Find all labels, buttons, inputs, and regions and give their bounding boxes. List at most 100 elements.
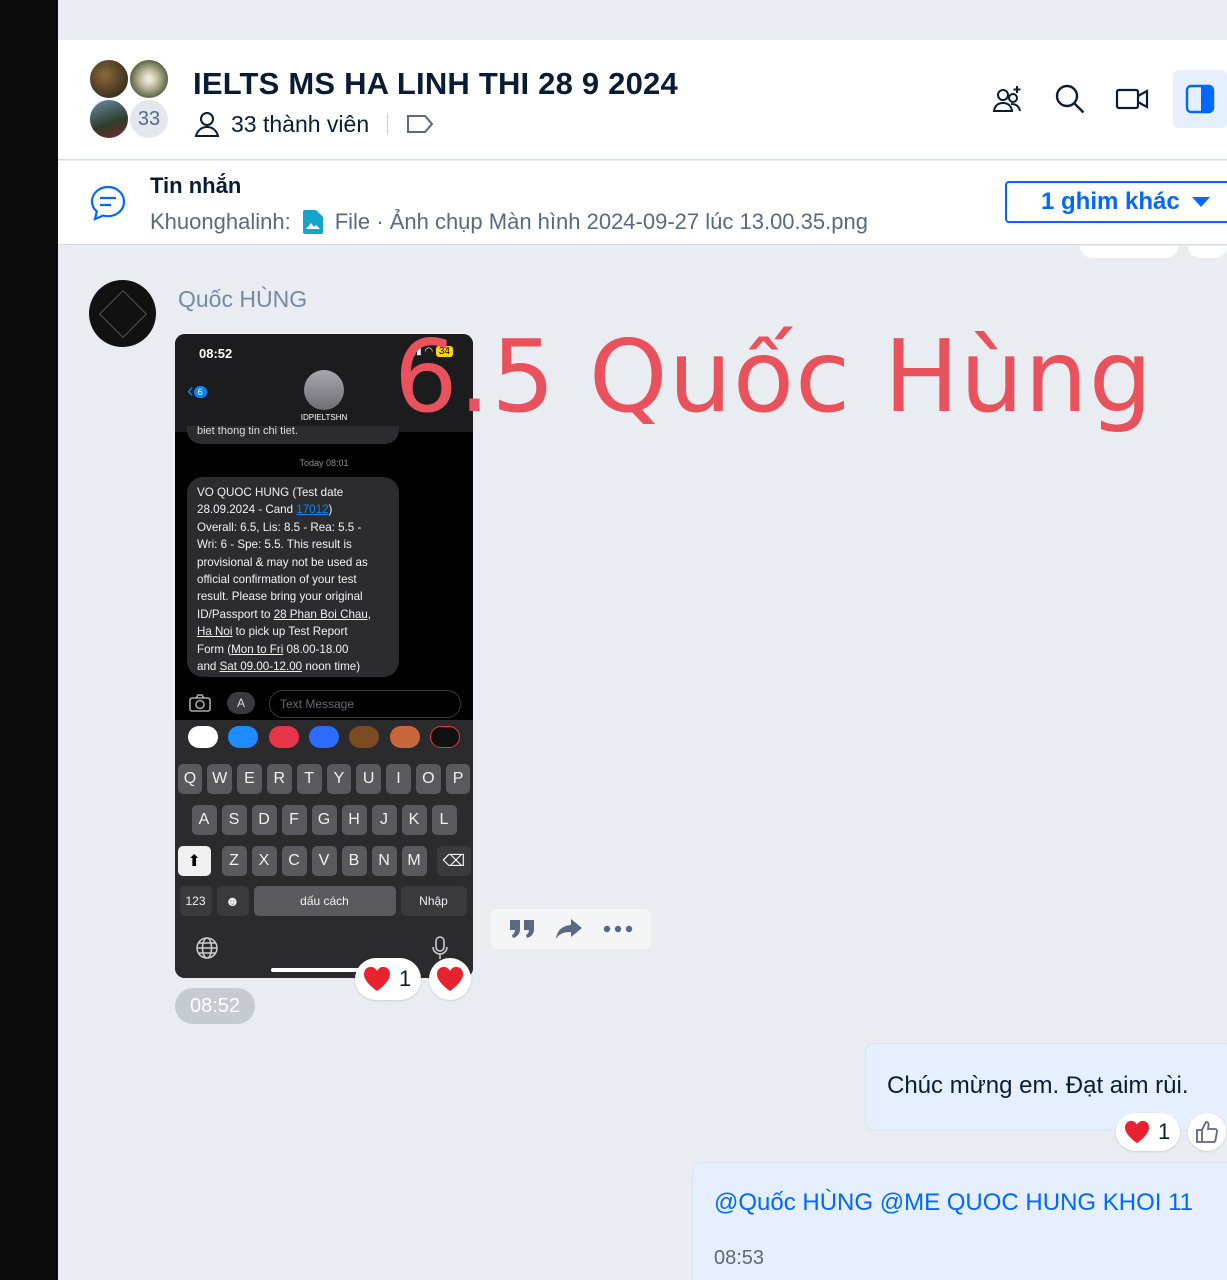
keyboard-key: J [371, 805, 397, 835]
like-button[interactable] [1188, 1113, 1227, 1151]
more-pins-label: 1 ghim khác [1041, 188, 1180, 215]
keyboard-key: R [266, 764, 292, 794]
memoji-icon [349, 726, 380, 748]
digital-touch-icon [429, 726, 460, 748]
return-key: Nhập [400, 886, 467, 916]
keyboard-key: G [311, 805, 337, 835]
sms-text: Form ( [197, 642, 232, 656]
phone-clock: 08:52 [199, 346, 233, 361]
keyboard-row: 123 ☻ dấu cách Nhập [175, 886, 473, 916]
tag-icon[interactable] [406, 113, 434, 135]
keyboard-key: P [445, 764, 471, 794]
divider [387, 113, 389, 135]
keyboard-key: F [281, 805, 307, 835]
pinned-message-bar[interactable]: Tin nhắn Khuonghalinh: File · Ảnh chụp M… [58, 161, 1227, 245]
reaction-count: 1 [1158, 1119, 1171, 1144]
reaction-count: 1 [399, 966, 412, 991]
pinned-sender: Khuonghalinh: [150, 209, 291, 234]
keyboard-key: W [207, 764, 233, 794]
keyboard-key: L [431, 805, 457, 835]
keyboard-letters: ZXCVBNM [219, 846, 429, 876]
search-icon[interactable] [1039, 70, 1101, 128]
keyboard-key: I [386, 764, 411, 794]
video-call-icon[interactable] [1101, 70, 1163, 128]
sms-line: ID/Passport to 28 Phan Boi Chau, [197, 606, 389, 623]
more-icon[interactable] [603, 925, 633, 933]
keyboard-key: Z [221, 846, 247, 876]
left-dark-strip [0, 0, 58, 1280]
group-avatar[interactable]: 33 [88, 58, 172, 142]
keyboard-key: H [341, 805, 367, 835]
sms-text: to pick up Test Report [232, 625, 348, 639]
sticker-icon [389, 726, 420, 748]
quote-icon[interactable] [509, 918, 535, 940]
member-avatar [128, 58, 170, 100]
keyboard-key: X [251, 846, 277, 876]
keyboard-row: QWERTYUIOP [175, 764, 473, 794]
hidden-reaction-pill [1080, 246, 1178, 258]
previous-sms-fragment: biet thong tin chi tiet. [187, 426, 399, 444]
logo-icon [98, 289, 147, 338]
sms-line: VO QUOC HUNG (Test date [197, 486, 344, 499]
chat-header: 33 IELTS MS HA LINH THI 28 9 2024 33 thà… [58, 40, 1227, 160]
keyboard-key: K [401, 805, 427, 835]
app-store-icon [228, 726, 259, 748]
reaction-summary[interactable]: 1 [1116, 1113, 1181, 1151]
members-label[interactable]: 33 thành viên [231, 111, 369, 138]
chevron-down-icon [1191, 197, 1210, 207]
emoji-key: ☻ [216, 886, 249, 916]
sender-avatar[interactable] [89, 280, 156, 347]
unread-badge: 6 [193, 385, 207, 398]
heart-icon [363, 966, 391, 992]
sidebar-toggle-icon[interactable] [1173, 70, 1227, 128]
sms-bubble: VO QUOC HUNG (Test date 28.09.2024 - Can… [187, 477, 399, 677]
more-pins-button[interactable]: 1 ghim khác [1005, 181, 1227, 223]
message-reactions: 1 [1116, 1113, 1227, 1151]
sms-days: Sat 09.00-12.00 [219, 660, 303, 674]
sms-text: ) [328, 503, 333, 517]
phone-keyboard: QWERTYUIOP ASDFGHJKL ⬆ ZXCVBNM ⌫ 123 ☻ d… [175, 720, 473, 978]
sms-link: 17012 [296, 503, 329, 517]
heart-icon [437, 966, 464, 991]
keyboard-key: C [281, 846, 307, 876]
contact-avatar [304, 370, 344, 410]
sms-line: provisional & may not be used as [197, 555, 368, 569]
search-images-icon [268, 726, 299, 748]
sms-text: and [197, 660, 220, 674]
reaction-summary[interactable]: 1 [355, 958, 422, 1000]
keyboard-key: U [356, 764, 382, 794]
member-avatar [88, 98, 130, 140]
message-time: 08:53 [714, 1247, 765, 1269]
phone-input-row: A Text Message [175, 686, 473, 720]
group-title: IELTS MS HA LINH THI 28 9 2024 [193, 66, 678, 101]
add-member-icon[interactable] [977, 70, 1039, 128]
delete-key: ⌫ [437, 846, 471, 876]
sms-address: Ha Noi [197, 625, 233, 639]
member-avatar [88, 58, 130, 100]
overlay-caption: 6.5 Quốc Hùng [394, 318, 1154, 435]
mention-text[interactable]: @Quốc HÙNG @ME QUOC HUNG KHOI 11 [714, 1189, 1193, 1217]
keyboard-key: S [221, 805, 247, 835]
imessage-apps-row [175, 726, 473, 756]
react-heart-button[interactable] [429, 958, 472, 1000]
keyboard-key: D [251, 805, 277, 835]
members-row: 33 thành viên [193, 110, 434, 138]
forward-icon[interactable] [555, 918, 583, 940]
keyboard-key: M [401, 846, 427, 876]
message-time: 08:52 [175, 988, 255, 1024]
sms-address: 28 Phan Boi Chau, [273, 607, 372, 621]
header-actions [977, 70, 1227, 128]
sender-name[interactable]: Quốc HÙNG [178, 286, 307, 313]
space-key: dấu cách [253, 886, 396, 916]
pinned-title: Tin nhắn [150, 173, 242, 198]
member-count-badge: 33 [128, 98, 170, 140]
keyboard-key: A [191, 805, 217, 835]
keyboard-key: Q [177, 764, 203, 794]
keyboard-row: ASDFGHJKL [175, 805, 473, 835]
sms-text: noon time) [302, 660, 361, 674]
outgoing-message[interactable]: @Quốc HÙNG @ME QUOC HUNG KHOI 11 08:53 [692, 1162, 1227, 1280]
message-reactions: 1 [355, 958, 472, 1000]
sms-line: Ha Noi to pick up Test Report [197, 623, 389, 640]
sms-line: 28.09.2024 - Cand 17012) [197, 501, 389, 518]
sms-line: Overall: 6.5, Lis: 8.5 - Rea: 5.5 - [197, 520, 362, 534]
